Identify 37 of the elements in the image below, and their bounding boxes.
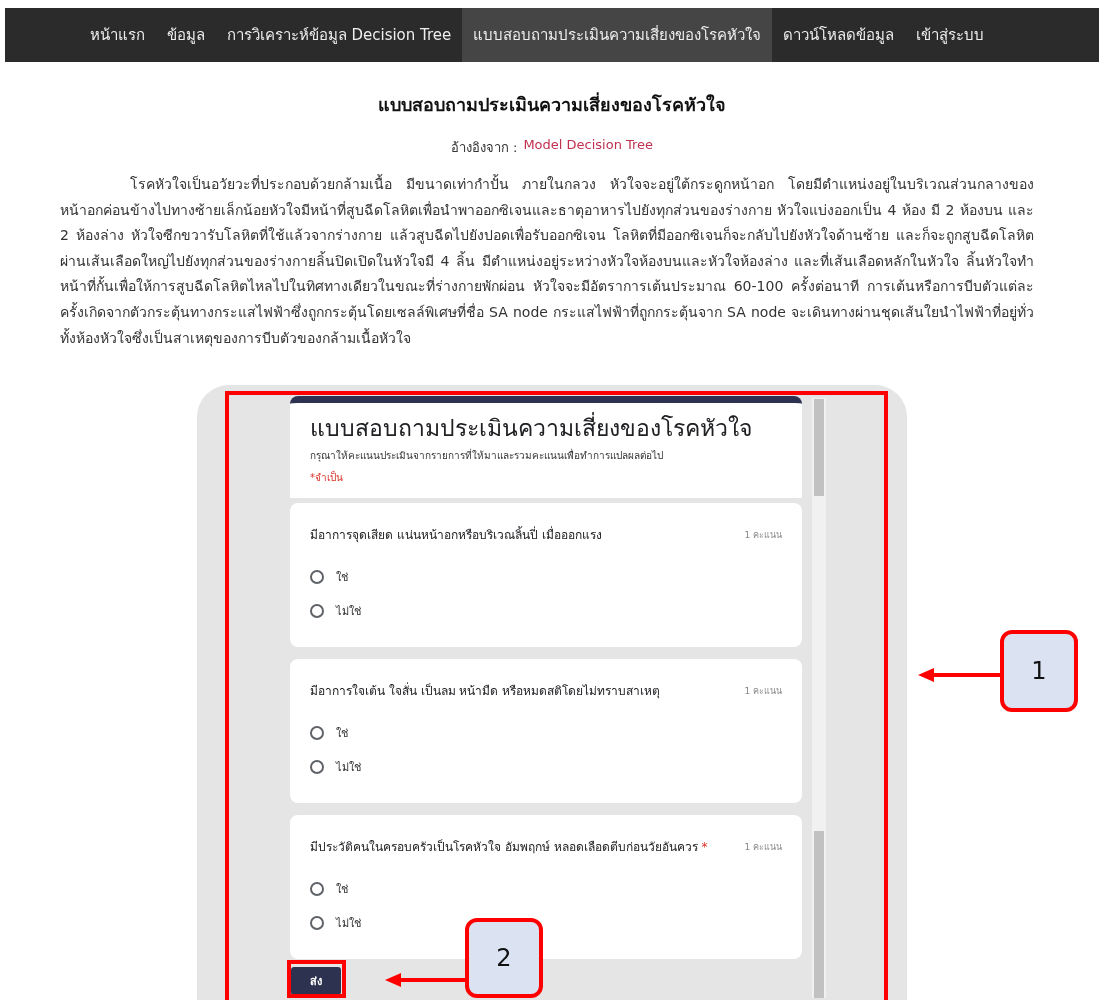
nav-link[interactable]: ข้อมูล <box>155 8 216 62</box>
nav-link[interactable]: แบบสอบถามประเมินความเสี่ยงของโรคหัวใจ <box>462 8 773 62</box>
radio-button[interactable] <box>310 760 324 774</box>
form-description: กรุณาให้คะแนนประเมินจากรายการที่ให้มาและรวมคะแนนเพื่อทำการแปลผลต่อไป <box>310 449 664 463</box>
nav-link[interactable]: ดาวน์โหลดข้อมูล <box>772 8 906 62</box>
points-label: 1 คะแนน <box>744 529 782 542</box>
question-text: มีอาการจุดเสียด แน่นหน้าอกหรือบริเวณลิ้นปี่ เมื่อออกแรง <box>310 525 602 544</box>
question-text: มีอาการใจเต้น ใจสั่น เป็นลม หน้ามืด หรือหมดสติโดยไม่ทราบสาเหตุ <box>310 681 661 700</box>
question-text: มีประวัติคนในครอบครัวเป็นโรคหัวใจ อัมพฤกษ์ หลอดเลือดตีบก่อนวัยอันควร * <box>310 838 708 856</box>
radio-button[interactable] <box>310 604 324 618</box>
callout-badge: 1 <box>1000 630 1078 712</box>
submit-button[interactable]: ส่ง <box>291 967 341 995</box>
nav-link[interactable]: เข้าสู่ระบบ <box>905 8 996 62</box>
option-label: ไม่ใช่ <box>336 760 361 776</box>
source-link[interactable]: Model Decision Tree <box>523 137 654 158</box>
arrow-icon <box>385 973 467 987</box>
points-label: 1 คะแนน <box>744 841 782 854</box>
radio-button[interactable] <box>310 882 324 896</box>
nav-link[interactable]: การวิเคราะห์ข้อมูล Decision Tree <box>215 8 463 62</box>
option-label: ไม่ใช่ <box>336 604 361 620</box>
form-title: แบบสอบถามประเมินความเสี่ยงของโรคหัวใจ <box>310 413 782 443</box>
option-label: ใช่ <box>336 726 348 742</box>
points-label: 1 คะแนน <box>744 685 782 698</box>
source-label: อ้างอิงจาก : <box>450 139 518 157</box>
callout-badge: 2 <box>465 918 543 998</box>
nav-link[interactable]: หน้าแรก <box>78 8 156 62</box>
radio-button[interactable] <box>310 726 324 740</box>
radio-button[interactable] <box>310 570 324 584</box>
radio-button[interactable] <box>310 916 324 930</box>
scrollbar-drawing[interactable] <box>812 398 826 998</box>
intro-paragraph: โรคหัวใจเป็นอวัยวะที่ประกอบด้วยกล้ามเนื้อ มีขนาดเท่ากำปั้น ภายในกลวง หัวใจจะอยู่ใต้กระดูกหน้าอก โดยมีตำแหน่งอยู่ในบริเวณส่วนกลางของหน้าอกค่อนข้างไปทางซ้ายเล็กน้อยหัวใจมีหน้าที่สูบฉีดโลหิตเพื่อนำพาออกซิเจนและธาตุอาหารไปยังทุกส่วนของร่างกาย หัวใจแบ่งออกเป็น 4 ห้อง มี 2 ห้องบน และ 2 ห้องล่าง หัวใจซีกขวารับโลหิตที่ใช้แล้วจากร่างกาย แล้วสูบฉีดไปยังปอดเพื่อรับออกซิเจน โลหิตที่มีออกซิเจนก็จะกลับไปยังหัวใจด้านซ้าย และก็จะถูกสูบฉีดโลหิตผ่านเส้นเลือดใหญ่ไปยังทุกส่วนของร่างกายลิ้นปิดเปิดในหัวใจมี 4 ลิ้น มีตำแหน่งอยู่ระหว่างหัวใจห้องบนและหัวใจห้องล่าง และที่เส้นเลือดหลักในหัวใจ ลิ้นหัวใจทำหน้าที่กั้นเพื่อให้การสูบฉีดโลหิตไหลไปในทิศทางเดียวในขณะที่ร่างกายพักผ่อน หัวใจจะมีอัตราการเต้นประมาณ 60-100 ครั้งต่อนาที การเต้นหรือการบีบตัวแต่ละครั้งเกิดจากตัวกระตุ้นทางกระแสไฟฟ้าซึ่งถูกกระตุ้นโดยเซลล์พิเศษที่ชื่อ SA node กระแสไฟฟ้าที่ถูกกระตุ้นจาก SA node จะเดินทางผ่านชุดเส้นใยนำไฟฟ้าที่อยู่ทั่วทั้งห้องหัวใจซึ่งเป็นสาเหตุของการบีบตัวของกล้ามเนื้อหัวใจ <box>60 173 1034 349</box>
required-note: *จำเป็น <box>310 471 344 485</box>
option-label: ไม่ใช่ <box>336 916 361 932</box>
arrow-icon <box>918 668 1000 682</box>
option-label: ใช่ <box>336 570 348 586</box>
page-title: แบบสอบถามประเมินความเสี่ยงของโรคหัวใจ <box>377 91 727 117</box>
option-label: ใช่ <box>336 882 348 898</box>
